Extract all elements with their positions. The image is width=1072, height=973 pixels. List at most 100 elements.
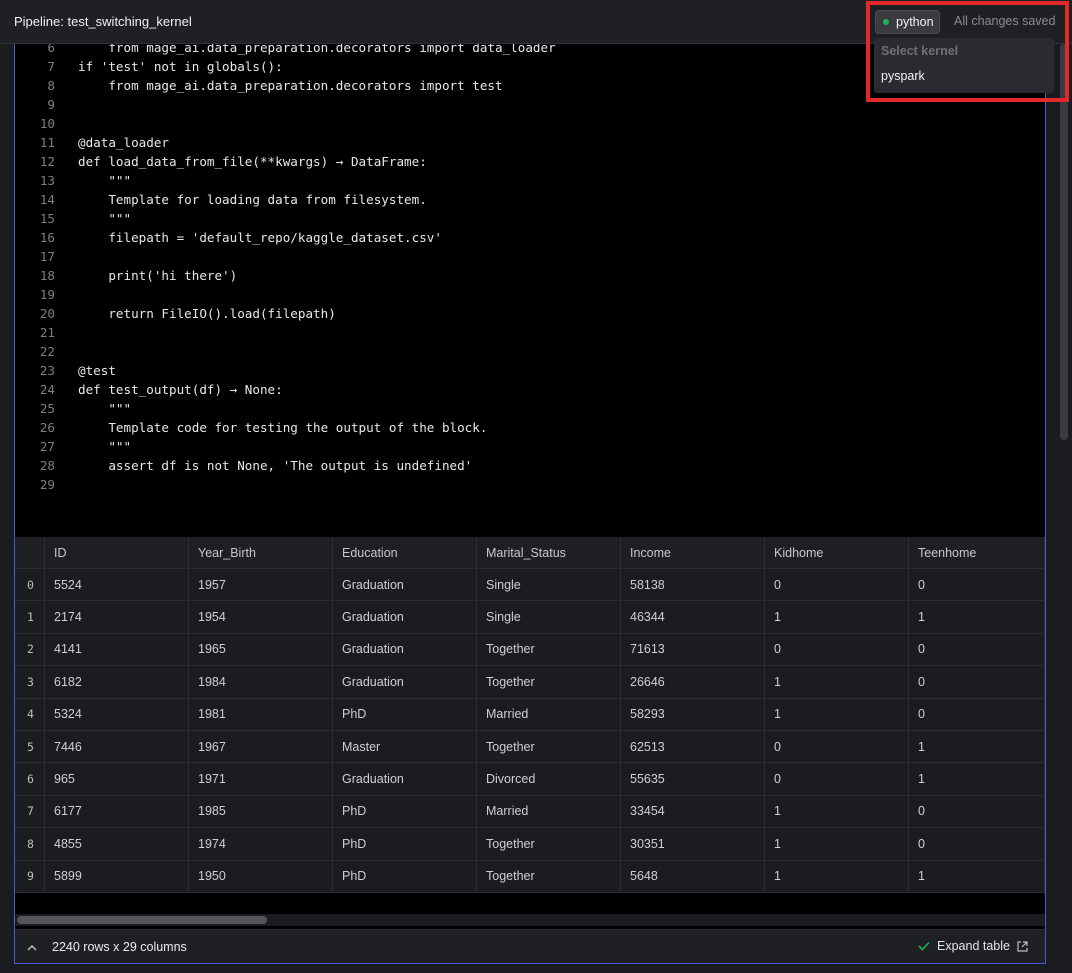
code-line[interactable]: 14 Template for loading data from filesy… <box>15 190 1045 209</box>
line-number: 26 <box>39 420 55 435</box>
line-number: 12 <box>39 154 55 169</box>
table-cell: 1 <box>765 828 909 861</box>
row-index: 3 <box>15 666 45 699</box>
table-cell: 5648 <box>621 860 765 893</box>
table-row: 4 5324 1981 PhD Married 58293 1 0 <box>15 698 1045 731</box>
code-line[interactable]: 20 return FileIO().load(filepath) <box>15 304 1045 323</box>
table-footer: 2240 rows x 29 columns Expand table <box>15 929 1045 963</box>
table-row: 0 5524 1957 Graduation Single 58138 0 0 <box>15 569 1045 602</box>
table-cell: Single <box>477 569 621 602</box>
code-line[interactable]: 21 <box>15 323 1045 342</box>
table-cell: PhD <box>333 828 477 861</box>
column-header: Year_Birth <box>189 537 333 569</box>
table-cell: 26646 <box>621 666 765 699</box>
table-cell: 1950 <box>189 860 333 893</box>
code-text: """ <box>78 439 132 454</box>
table-cell: 62513 <box>621 731 765 764</box>
table-row: 1 2174 1954 Graduation Single 46344 1 1 <box>15 601 1045 634</box>
code-line[interactable]: 16 filepath = 'default_repo/kaggle_datas… <box>15 228 1045 247</box>
row-index: 2 <box>15 633 45 667</box>
table-cell: Together <box>477 633 621 667</box>
table-cell: 1965 <box>189 633 333 667</box>
row-index: 8 <box>15 828 45 861</box>
table-cell: Graduation <box>333 763 477 796</box>
code-text: def load_data_from_file(**kwargs) → Data… <box>78 154 427 169</box>
table-cell: 1 <box>909 860 1045 893</box>
expand-table-button[interactable]: Expand table <box>917 939 1029 953</box>
code-line[interactable]: 22 <box>15 342 1045 361</box>
external-link-icon <box>1017 940 1028 952</box>
table-cell: 4141 <box>45 633 189 667</box>
code-text: @test <box>78 363 116 378</box>
table-cell: Together <box>477 828 621 861</box>
code-text: print('hi there') <box>78 268 238 283</box>
table-cell: 1985 <box>189 795 333 829</box>
table-cell: 0 <box>909 795 1045 829</box>
code-text: from mage_ai.data_preparation.decorators… <box>78 44 556 55</box>
table-cell: 1974 <box>189 828 333 861</box>
code-editor[interactable]: 6 from mage_ai.data_preparation.decorato… <box>15 44 1045 537</box>
line-number: 18 <box>39 268 55 283</box>
code-line[interactable]: 10 <box>15 114 1045 133</box>
table-cell: Single <box>477 601 621 634</box>
chevron-up-icon[interactable] <box>25 941 39 955</box>
code-text: return FileIO().load(filepath) <box>78 306 336 321</box>
table-cell: 1 <box>909 731 1045 764</box>
line-number: 27 <box>39 439 55 454</box>
table-cell: Graduation <box>333 569 477 602</box>
code-line[interactable]: 11 @data_loader <box>15 133 1045 152</box>
table-cell: 1 <box>909 763 1045 796</box>
vertical-scrollbar[interactable] <box>1060 44 1068 440</box>
code-block[interactable]: 6 from mage_ai.data_preparation.decorato… <box>14 44 1046 964</box>
code-line[interactable]: 19 <box>15 285 1045 304</box>
table-cell: 1 <box>765 860 909 893</box>
index-header <box>15 537 45 569</box>
line-number: 6 <box>47 44 55 55</box>
line-number: 21 <box>39 325 55 340</box>
row-index: 1 <box>15 601 45 634</box>
code-line[interactable]: 24 def test_output(df) → None: <box>15 380 1045 399</box>
code-line[interactable]: 12 def load_data_from_file(**kwargs) → Da… <box>15 152 1045 171</box>
code-line[interactable]: 27 """ <box>15 437 1045 456</box>
table-cell: Married <box>477 795 621 829</box>
table-cell: Married <box>477 698 621 731</box>
code-line[interactable]: 18 print('hi there') <box>15 266 1045 285</box>
table-cell: 0 <box>909 698 1045 731</box>
expand-table-label: Expand table <box>937 939 1010 953</box>
code-line[interactable]: 23 @test <box>15 361 1045 380</box>
line-number: 15 <box>39 211 55 226</box>
table-cell: 6177 <box>45 795 189 829</box>
line-number: 16 <box>39 230 55 245</box>
table-cell: 1971 <box>189 763 333 796</box>
code-line[interactable]: 26 Template code for testing the output … <box>15 418 1045 437</box>
table-cell: 965 <box>45 763 189 796</box>
table-cell: Together <box>477 666 621 699</box>
code-text: if 'test' not in globals(): <box>78 59 283 74</box>
table-cell: 0 <box>765 633 909 667</box>
table-cell: 1957 <box>189 569 333 602</box>
table-cell: Graduation <box>333 666 477 699</box>
table-cell: 5524 <box>45 569 189 602</box>
line-number: 10 <box>39 116 55 131</box>
code-line[interactable]: 29 <box>15 475 1045 494</box>
code-line[interactable]: 15 """ <box>15 209 1045 228</box>
code-line[interactable]: 28 assert df is not None, 'The output is… <box>15 456 1045 475</box>
code-text: def test_output(df) → None: <box>78 382 283 397</box>
line-number: 23 <box>39 363 55 378</box>
table-cell: 7446 <box>45 731 189 764</box>
code-text: """ <box>78 401 132 416</box>
table-cell: Graduation <box>333 633 477 667</box>
code-line[interactable]: 13 """ <box>15 171 1045 190</box>
column-header: Kidhome <box>765 537 909 569</box>
table-cell: 58293 <box>621 698 765 731</box>
code-line[interactable]: 25 """ <box>15 399 1045 418</box>
row-index: 4 <box>15 698 45 731</box>
code-line[interactable]: 17 <box>15 247 1045 266</box>
row-index: 0 <box>15 569 45 602</box>
pipeline-title: Pipeline: test_switching_kernel <box>14 14 192 29</box>
line-number: 8 <box>47 78 55 93</box>
horizontal-scrollbar[interactable] <box>15 914 1045 926</box>
scrollbar-thumb[interactable] <box>17 916 267 924</box>
column-header: Education <box>333 537 477 569</box>
column-header: ID <box>45 537 189 569</box>
